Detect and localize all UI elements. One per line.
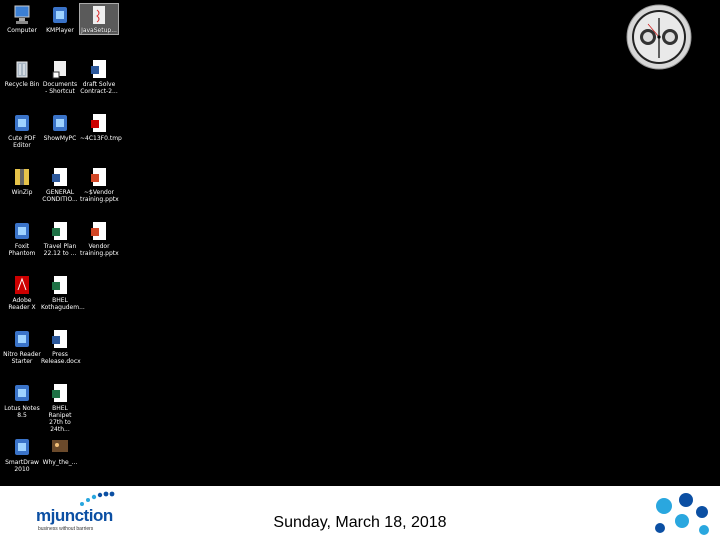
desktop-icon-label: SmartDraw 2010 xyxy=(5,459,39,473)
clock-gadget[interactable] xyxy=(626,4,692,70)
desktop-icon[interactable]: KMPlayer xyxy=(41,4,79,34)
desktop-icon-label: Computer xyxy=(7,27,37,34)
computer-icon xyxy=(14,5,30,24)
desktop-icon[interactable]: WinZip xyxy=(3,166,41,196)
pdf-icon xyxy=(91,114,106,132)
desktop-icon-label: BHEL Ranipet 27th to 24th... xyxy=(48,405,72,433)
desktop-icon[interactable]: BHEL Ranipet 27th to 24th... xyxy=(41,382,79,433)
desktop-icon-label: Press Release.docx xyxy=(41,351,81,365)
desktop-icon-label: KMPlayer xyxy=(46,27,74,34)
desktop: Computer KMPlayer JavaSetup... Recycle Bin D… xyxy=(0,0,720,486)
shortcut-icon xyxy=(52,61,66,79)
desktop-icon[interactable]: ~$Vendor training.pptx xyxy=(80,166,119,203)
app-icon xyxy=(15,223,29,239)
desktop-icon[interactable]: ~4C13F0.tmp xyxy=(80,112,122,142)
desktop-icon[interactable]: Documents - Shortcut xyxy=(41,58,79,95)
desktop-icon-label: Cute PDF Editor xyxy=(8,135,36,149)
desktop-icon-label: Foxit Phantom xyxy=(8,243,36,257)
ppt-icon xyxy=(91,168,106,186)
app-icon xyxy=(15,385,29,401)
desktop-icon[interactable]: Foxit Phantom xyxy=(3,220,41,257)
adobe-icon xyxy=(15,276,29,294)
desktop-icon-label: Vendor training.pptx xyxy=(80,243,119,257)
desktop-icon-label: GENERAL CONDITIO... xyxy=(42,189,78,203)
app-icon xyxy=(15,115,29,131)
desktop-icon-label: Adobe Reader X xyxy=(8,297,36,311)
desktop-icon-label: draft Solve Contract-2... xyxy=(80,81,118,95)
bin-icon xyxy=(16,61,28,78)
excel-icon xyxy=(52,222,67,240)
desktop-icon[interactable]: Press Release.docx xyxy=(41,328,81,365)
desktop-icon[interactable]: Nitro Reader Starter xyxy=(3,328,41,365)
word-icon xyxy=(52,330,67,348)
desktop-icon[interactable]: Travel Plan 22.12 to ... xyxy=(41,220,79,257)
desktop-icon-label: ShowMyPC xyxy=(43,135,77,142)
desktop-icon-label: ~4C13F0.tmp xyxy=(80,135,122,142)
desktop-icon[interactable]: Vendor training.pptx xyxy=(80,220,119,257)
app-icon xyxy=(15,439,29,455)
zip-icon xyxy=(15,169,29,185)
desktop-icon[interactable]: Lotus Notes 8.5 xyxy=(3,382,41,419)
desktop-icon-label: WinZip xyxy=(11,189,33,196)
desktop-icon[interactable]: Why_the_... xyxy=(41,436,79,466)
desktop-icon-label: Documents - Shortcut xyxy=(42,81,78,95)
app-icon xyxy=(15,331,29,347)
desktop-icon[interactable]: JavaSetup... xyxy=(79,3,119,35)
desktop-icon-label: JavaSetup... xyxy=(81,27,117,34)
excel-icon xyxy=(52,384,67,402)
desktop-icon[interactable]: Adobe Reader X xyxy=(3,274,41,311)
desktop-icon[interactable]: BHEL Kothagudem... xyxy=(41,274,85,311)
desktop-icon-label: Nitro Reader Starter xyxy=(3,351,41,365)
desktop-icon[interactable]: SmartDraw 2010 xyxy=(3,436,41,473)
excel-icon xyxy=(52,276,67,294)
desktop-icon[interactable]: Computer xyxy=(3,4,41,34)
app-icon xyxy=(53,115,67,131)
desktop-icon[interactable]: Recycle Bin xyxy=(3,58,41,88)
desktop-icon[interactable]: draft Solve Contract-2... xyxy=(80,58,118,95)
image-icon xyxy=(52,440,68,452)
slide-footer: mjunction business without barriers Sund… xyxy=(0,486,720,540)
word-icon xyxy=(91,60,106,78)
java-icon xyxy=(93,6,105,24)
desktop-icon-label: Why_the_... xyxy=(42,459,78,466)
desktop-icon-label: ~$Vendor training.pptx xyxy=(80,189,119,203)
desktop-icon-label: Recycle Bin xyxy=(4,81,40,88)
ppt-icon xyxy=(91,222,106,240)
desktop-icon-label: Travel Plan 22.12 to ... xyxy=(43,243,77,257)
dots-logo-icon xyxy=(655,493,709,535)
desktop-icon[interactable]: ShowMyPC xyxy=(41,112,79,142)
desktop-icon[interactable]: GENERAL CONDITIO... xyxy=(41,166,79,203)
desktop-icon[interactable]: Cute PDF Editor xyxy=(3,112,41,149)
slide-date: Sunday, March 18, 2018 xyxy=(273,514,447,531)
word-icon xyxy=(52,168,67,186)
app-icon xyxy=(53,7,67,23)
desktop-icon-label: BHEL Kothagudem... xyxy=(41,297,85,311)
desktop-icon-label: Lotus Notes 8.5 xyxy=(4,405,40,419)
